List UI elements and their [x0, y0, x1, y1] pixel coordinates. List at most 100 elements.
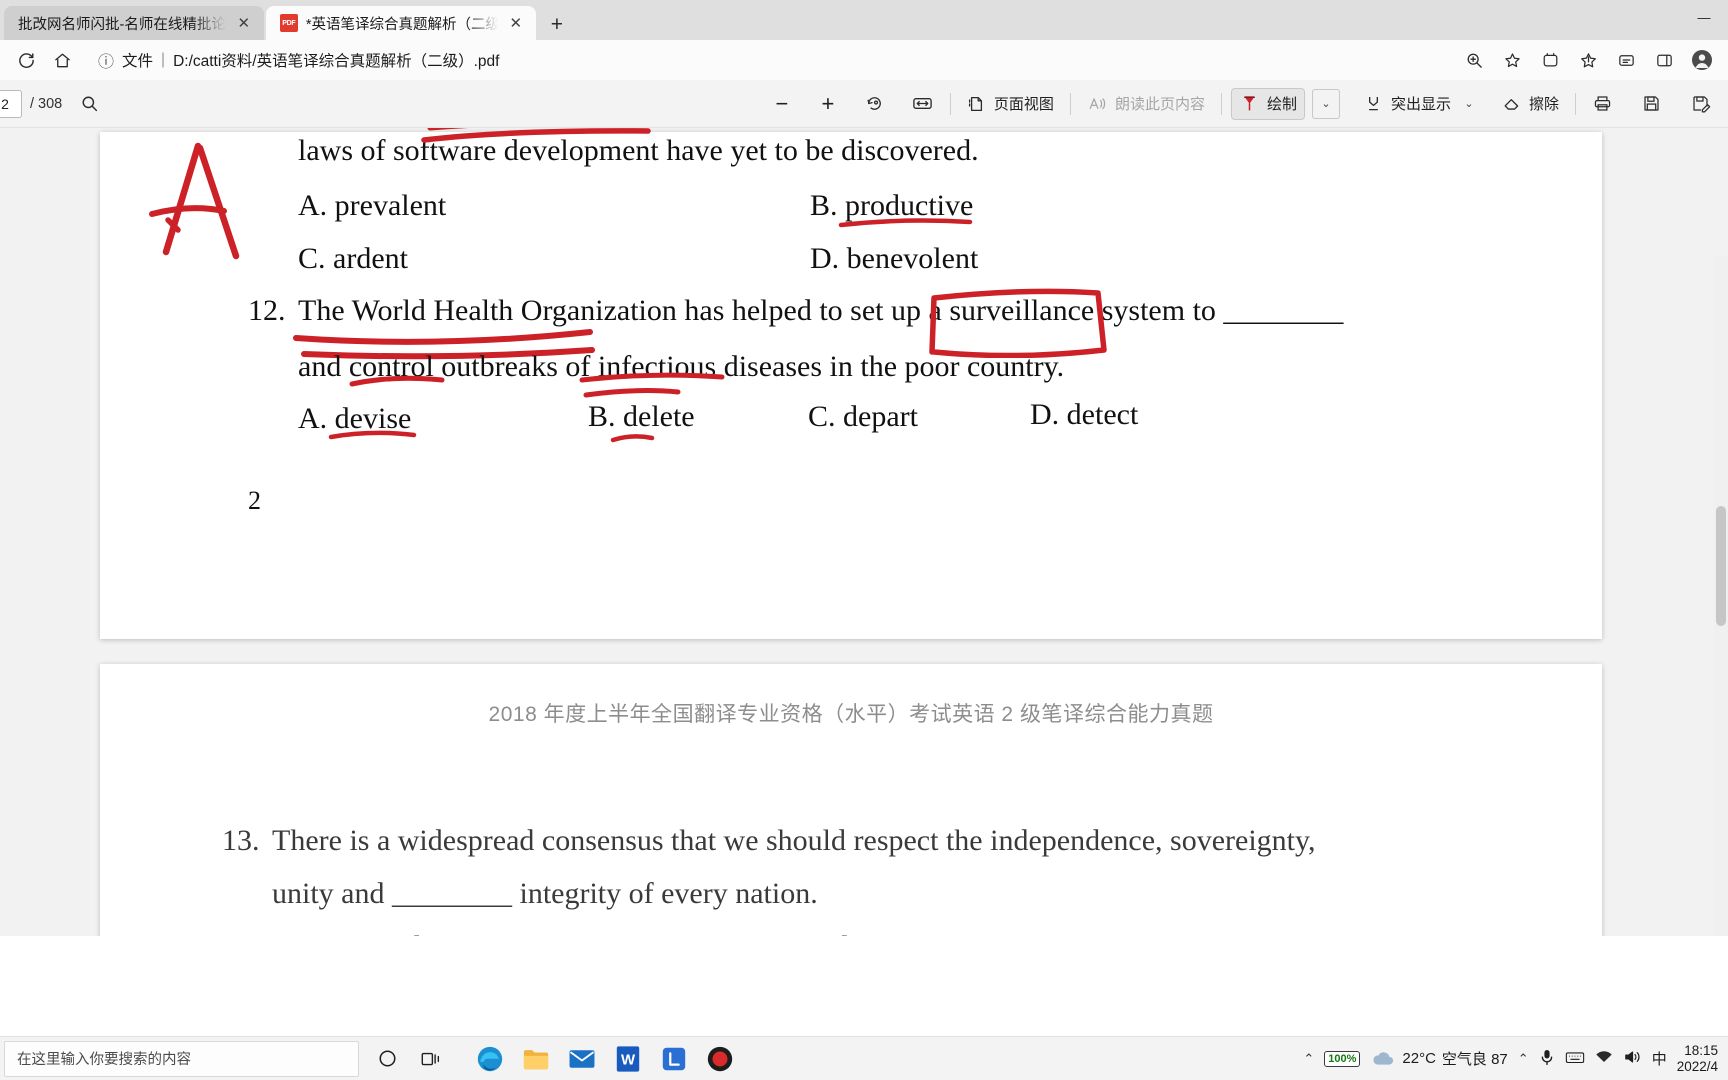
print-button[interactable] [1585, 88, 1620, 120]
battery-level-label: 100% [1328, 1052, 1357, 1065]
weather-temperature: 22°C [1402, 1050, 1436, 1067]
pen-icon [1244, 96, 1255, 111]
q12-option-c: C. depart [808, 400, 918, 433]
tab-close-icon[interactable]: ✕ [234, 13, 254, 33]
system-tray: ⌃ 100% 22°C 空气良 87 ⌃ 中 18:15 2022/4 [1303, 1043, 1728, 1074]
network-icon[interactable] [1595, 1049, 1613, 1068]
browser-tab-1[interactable]: 批改网名师闪批-名师在线精批论 ✕ [4, 6, 264, 40]
pdf-page-2: 2018 年度上半年全国翻译专业资格（水平）考试英语 2 级笔译综合能力真题 1… [100, 664, 1602, 936]
q12-underlined-subject: The World Health Organization [298, 294, 677, 327]
draw-label: 绘制 [1266, 96, 1297, 113]
taskbar-app-edge[interactable] [467, 1037, 513, 1080]
zoom-out-button[interactable]: − [765, 88, 799, 120]
taskbar-app-file-explorer[interactable] [513, 1037, 559, 1080]
battery-indicator[interactable]: 100% [1324, 1050, 1361, 1067]
address-bar-actions [1456, 44, 1720, 76]
taskbar-search-input[interactable]: 在这里输入你要搜索的内容 [4, 1040, 359, 1077]
cloud-icon [1373, 1051, 1394, 1065]
cortana-icon[interactable] [365, 1037, 409, 1080]
save-as-icon [1693, 96, 1711, 113]
collections-icon[interactable] [1532, 44, 1568, 76]
pdf-page-1: laws of software development have yet to… [100, 128, 1602, 639]
highlighter-icon [1368, 97, 1378, 111]
zoom-in-button[interactable]: + [811, 88, 845, 120]
ime-indicator[interactable]: 中 [1652, 1048, 1667, 1069]
scrollbar-thumb[interactable] [1716, 506, 1726, 626]
url-separator: | [161, 51, 166, 68]
windows-taskbar: 在这里输入你要搜索的内容 W ⌃ 100% 22°C 空气良 87 ⌃ 中 18… [0, 1036, 1728, 1080]
highlight-label: 突出显示 [1390, 96, 1451, 113]
highlight-button[interactable]: 突出显示 [1356, 88, 1458, 120]
new-tab-button[interactable]: + [540, 10, 574, 40]
rotate-icon[interactable] [857, 88, 892, 120]
q13-line-1: There is a widespread consensus that we … [272, 824, 1316, 857]
q12-option-a: A. devise [298, 402, 412, 435]
home-icon[interactable] [44, 44, 80, 76]
air-quality-label: 空气良 87 [1441, 1051, 1508, 1068]
running-header-banner: 2018 年度上半年全国翻译专业资格（水平）考试英语 2 级笔译综合能力真题 [488, 703, 1214, 726]
draw-button[interactable]: 绘制 [1230, 87, 1305, 120]
tab-title: *英语笔译综合真题解析（二级） [305, 16, 498, 33]
read-aloud-button[interactable]: 朗读此页内容 [1080, 88, 1212, 120]
taskbar-app-recorder[interactable] [697, 1037, 743, 1080]
q11-option-a: A. prevalent [298, 189, 447, 222]
reload-icon[interactable] [8, 44, 44, 76]
favorite-star-icon[interactable] [1494, 44, 1530, 76]
save-icon [1644, 96, 1659, 111]
q11-stem-tail: laws of software development have yet to… [298, 134, 979, 167]
taskbar-app-word[interactable]: W [605, 1037, 651, 1080]
page-total-label: / 308 [30, 95, 63, 112]
site-info-icon[interactable]: ⓘ [98, 48, 114, 72]
page-view-button[interactable]: 页面视图 [960, 88, 1061, 120]
file-scheme-label: 文件 [122, 53, 154, 70]
q12-line1-mid: has helped to set up a [676, 294, 950, 327]
keyboard-icon[interactable] [1565, 1050, 1585, 1068]
q11-option-d: D. benevolent [810, 242, 979, 275]
taskbar-search-placeholder: 在这里输入你要搜索的内容 [17, 1052, 191, 1068]
pdf-search-icon[interactable] [72, 88, 106, 120]
weather-widget[interactable]: 22°C 空气良 87 [1370, 1048, 1508, 1069]
pdf-toolbar: 2 / 308 − + 页面视图 朗读此页内容 绘制 ⌄ 突出显示 ⌄ 擦除 [0, 80, 1728, 128]
address-bar: ⓘ 文件 | D:/catti资料/英语笔译综合真题解析（二级）.pdf [0, 40, 1728, 80]
save-as-button[interactable] [1683, 88, 1718, 120]
tab-close-icon[interactable]: ✕ [506, 13, 526, 33]
eraser-icon [1504, 99, 1519, 110]
microphone-icon[interactable] [1539, 1048, 1555, 1069]
task-view-icon[interactable] [409, 1037, 453, 1080]
taskbar-app-learning[interactable] [651, 1037, 697, 1080]
q12-option-d: D. detect [1030, 398, 1139, 431]
page-number-input[interactable]: 2 [0, 89, 22, 118]
vertical-scrollbar[interactable] [1714, 256, 1728, 936]
q12-option-b: B. delete [588, 400, 695, 433]
url-text: D:/catti资料/英语笔译综合真题解析（二级）.pdf [173, 53, 500, 70]
tab-strip: 批改网名师闪批-名师在线精批论 ✕ PDF *英语笔译综合真题解析（二级） ✕ … [0, 0, 1728, 40]
window-controls: — [1680, 0, 1728, 34]
fit-width-icon[interactable] [904, 88, 941, 120]
q12-line-1: The World Health Organization has helped… [298, 294, 1343, 328]
tray-chevron-up-icon[interactable]: ⌃ [1518, 1051, 1529, 1067]
page-view-icon [968, 96, 982, 111]
zoom-in-page-icon[interactable] [1456, 44, 1492, 76]
highlight-options-caret-icon[interactable]: ⌄ [1458, 89, 1480, 119]
clock-time: 18:15 [1684, 1042, 1718, 1058]
url-bar[interactable]: ⓘ 文件 | D:/catti资料/英语笔译综合真题解析（二级）.pdf [88, 45, 1448, 75]
browser-window: 批改网名师闪批-名师在线精批论 ✕ PDF *英语笔译综合真题解析（二级） ✕ … [0, 0, 1728, 1080]
pdf-viewer[interactable]: laws of software development have yet to… [0, 128, 1728, 936]
tray-expand-chevron-icon[interactable]: ⌃ [1303, 1051, 1314, 1067]
browser-tab-2[interactable]: PDF *英语笔译综合真题解析（二级） ✕ [265, 6, 536, 40]
minimize-button[interactable]: — [1680, 0, 1728, 34]
browser-essentials-icon[interactable] [1608, 44, 1644, 76]
read-aloud-icon [1089, 97, 1106, 109]
profile-avatar-icon[interactable] [1684, 44, 1720, 76]
erase-button[interactable]: 擦除 [1494, 88, 1566, 120]
favorites-bar-icon[interactable] [1570, 44, 1606, 76]
taskbar-app-mail[interactable] [559, 1037, 605, 1080]
taskbar-clock[interactable]: 18:15 2022/4 [1677, 1043, 1722, 1074]
split-screen-icon[interactable] [1646, 44, 1682, 76]
q13-option-a: A. territorial [272, 930, 422, 936]
page-view-label: 页面视图 [993, 96, 1054, 113]
volume-icon[interactable] [1623, 1049, 1642, 1068]
save-button[interactable] [1634, 88, 1669, 120]
draw-options-caret-icon[interactable]: ⌄ [1311, 88, 1340, 119]
q12-line1-tail: system to ________ [1094, 294, 1344, 327]
